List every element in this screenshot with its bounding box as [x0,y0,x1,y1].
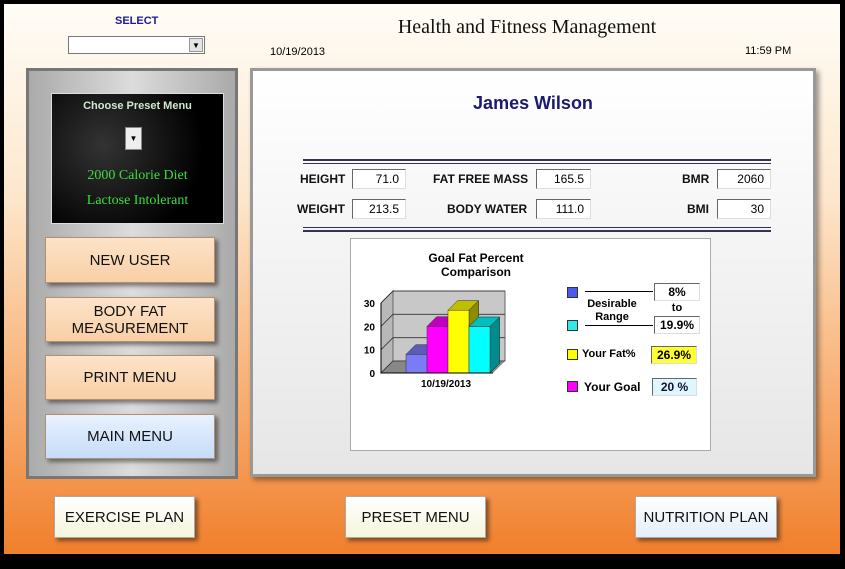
bmi-label: BMI [687,202,709,216]
y-tick-label: 20 [364,322,376,333]
body-fat-measurement-button[interactable]: BODY FAT MEASUREMENT [45,297,215,342]
y-tick-label: 30 [364,299,376,310]
select-dropdown[interactable]: ▼ [68,36,205,54]
bar [447,309,470,374]
range-low-field: 8% [654,283,700,301]
to-label: to [671,302,683,314]
chart-box: Goal Fat Percent Comparison 0 10 20 30 10/1… [350,238,711,451]
app-title: Health and Fitness Management [397,16,657,38]
app-window: SELECT ▼ Health and Fitness Management 1… [4,4,840,554]
preset-item[interactable]: 2000 Calorie Diet [52,168,223,184]
y-tick-label: 0 [369,369,375,380]
range-high-field: 19.9% [654,316,700,334]
your-fat-field: 26.9% [651,346,697,364]
bmr-field[interactable]: 2060 [717,169,771,189]
preset-item[interactable]: Lactose Intolerant [52,193,223,209]
your-fat-label: Your Fat% [582,348,636,360]
body-water-field[interactable]: 111.0 [536,199,591,219]
bar [426,326,449,374]
legend-swatch-cyan [567,320,578,331]
fat-free-mass-label: FAT FREE MASS [433,172,529,186]
desirable-range-label: Desirable Range [587,298,637,323]
print-menu-button[interactable]: PRINT MENU [45,355,215,400]
divider [303,159,771,164]
bar [405,354,428,374]
sidebar-panel: Choose Preset Menu ▼ 2000 Calorie Diet L… [26,68,238,479]
divider [585,325,653,326]
exercise-plan-button[interactable]: EXERCISE PLAN [54,496,195,538]
legend-swatch-blue [567,287,578,298]
weight-label: WEIGHT [297,202,345,216]
preset-menu-button[interactable]: PRESET MENU [345,496,486,538]
your-goal-label: Your Goal [584,380,641,394]
divider [303,227,771,232]
select-label: SELECT [115,15,159,27]
chevron-down-icon[interactable]: ▼ [189,38,203,52]
bar [468,326,491,374]
chart-side-wall [380,289,394,375]
weight-field[interactable]: 213.5 [352,199,406,219]
x-tick-label: 10/19/2013 [420,379,472,390]
fat-free-mass-field[interactable]: 165.5 [536,169,591,189]
date-text: 10/19/2013 [270,46,326,58]
body-water-label: BODY WATER [447,202,528,216]
legend-swatch-magenta [567,381,578,392]
your-goal-field: 20 % [652,378,697,396]
user-name: James Wilson [473,93,593,113]
preset-dropdown-button[interactable]: ▼ [125,127,142,150]
bmi-field[interactable]: 30 [717,199,771,219]
time-text: 11:59 PM [745,45,792,57]
height-label: HEIGHT [300,172,346,186]
main-menu-button[interactable]: MAIN MENU [45,414,215,459]
height-field[interactable]: 71.0 [352,169,406,189]
divider [585,291,653,292]
bmr-label: BMR [682,172,710,186]
chart-title: Goal Fat Percent Comparison [428,251,524,279]
new-user-button[interactable]: NEW USER [45,237,215,283]
legend-swatch-yellow [567,349,578,360]
preset-menu-box: Choose Preset Menu ▼ 2000 Calorie Diet L… [51,93,224,224]
main-panel: James Wilson HEIGHT 71.0 WEIGHT 213.5 FA… [250,68,816,477]
y-tick-label: 10 [364,346,376,357]
preset-menu-title: Choose Preset Menu [83,100,192,112]
nutrition-plan-button[interactable]: NUTRITION PLAN [635,496,777,538]
